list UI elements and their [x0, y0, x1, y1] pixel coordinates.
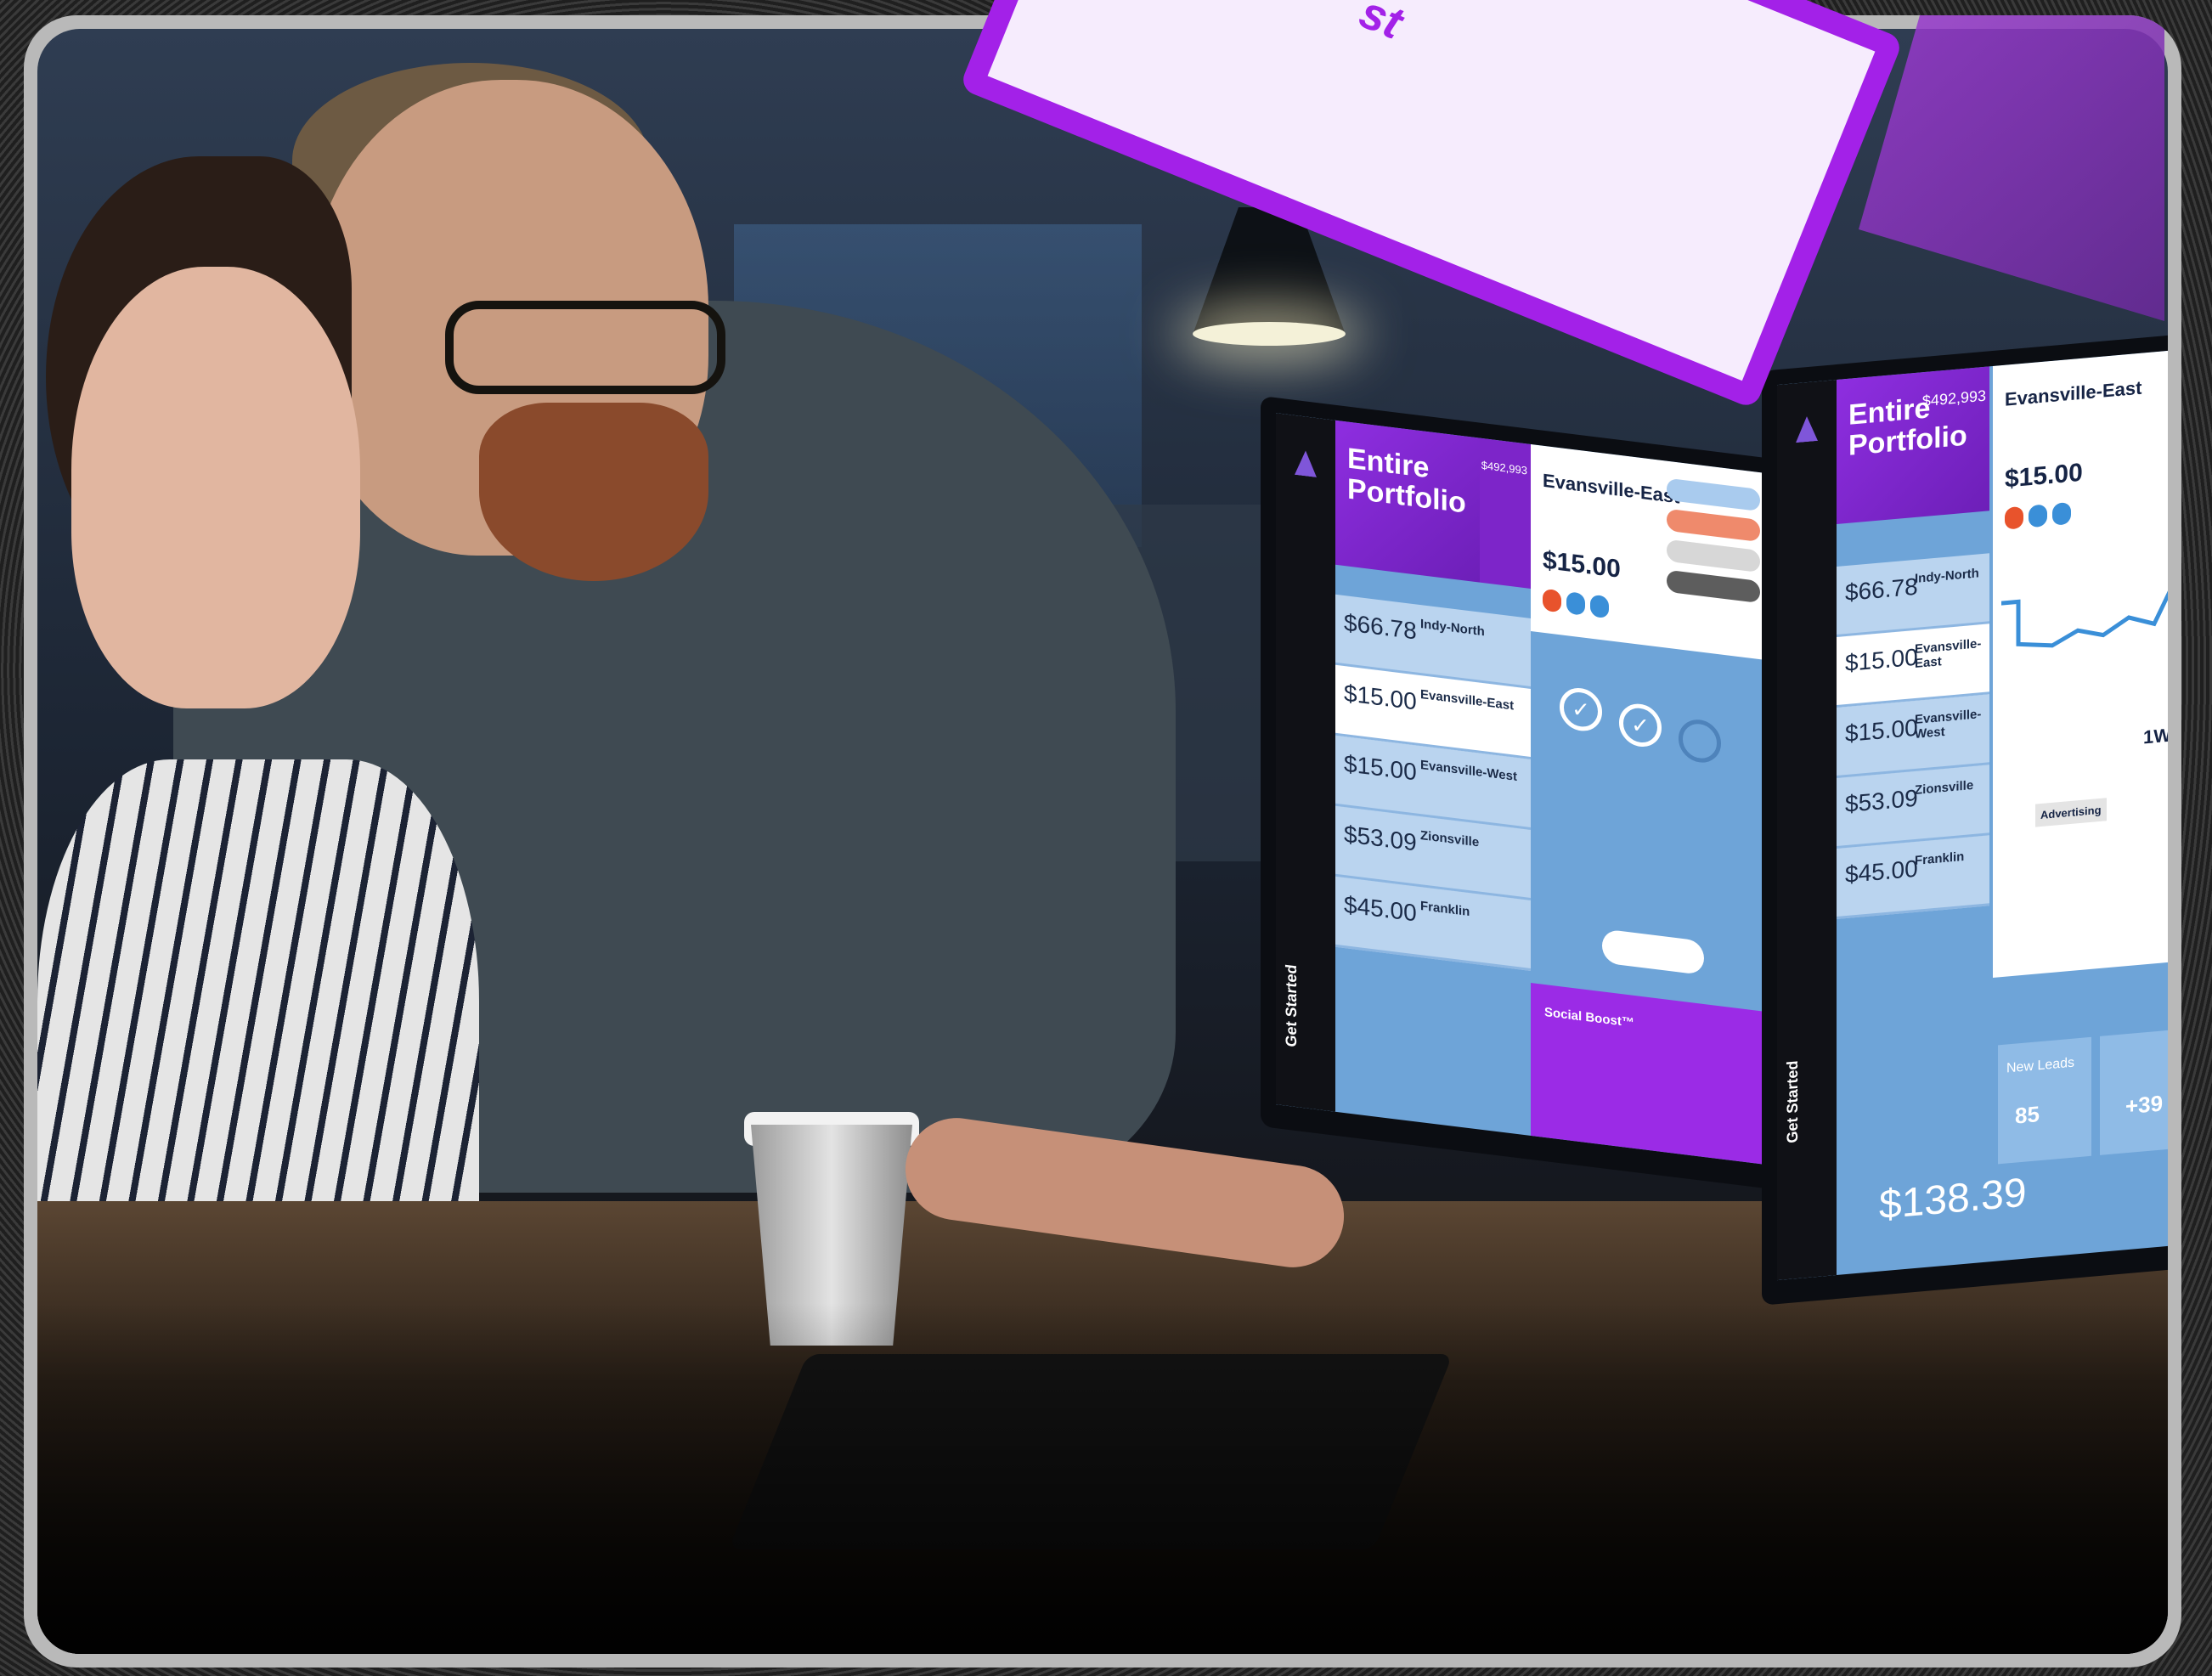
location-detail-card: Evansville-East $15.00: [1531, 443, 1772, 661]
step-pending-icon: [1679, 717, 1721, 765]
monitor-right: Get Started Entire Portfolio $492,993 $6…: [1762, 332, 2168, 1306]
item-price: $66.78: [1344, 608, 1417, 645]
man-beard: [479, 403, 708, 581]
dashboard-screen-right: Get Started Entire Portfolio $492,993 $6…: [1777, 348, 2168, 1281]
item-name: Franklin: [1915, 849, 1965, 868]
item-price: $53.09: [1344, 820, 1417, 856]
glasses-icon: [445, 301, 725, 394]
item-price: $53.09: [1845, 784, 1918, 818]
conversions-card: +39: [2100, 1028, 2168, 1155]
portfolio-header: Entire Portfolio $492,993: [1837, 366, 1989, 525]
continue-button[interactable]: [1602, 928, 1704, 976]
item-price: $15.00: [1845, 714, 1918, 748]
item-name: Zionsville: [1420, 828, 1480, 850]
get-started-label[interactable]: Get Started: [1283, 963, 1301, 1048]
new-leads-value: 85: [2015, 1101, 2040, 1129]
detail-title: Evansville-East: [2005, 376, 2142, 410]
bottom-vignette: [37, 1303, 2168, 1654]
photo-frame: Get Started Entire Portfolio $492,993 $6…: [24, 15, 2181, 1668]
list-item-selected[interactable]: $15.00 Evansville-East: [1837, 624, 1989, 708]
list-item[interactable]: $53.09 Zionsville: [1837, 765, 1989, 849]
portfolio-stat-box: $492,993: [1480, 437, 1531, 589]
woman-face: [71, 267, 360, 708]
item-name: Zionsville: [1915, 777, 1974, 798]
social-boost-promo: Social Boost™: [1531, 982, 1772, 1165]
status-badge: [1543, 588, 1561, 613]
detail-title: Evansville-East: [1543, 469, 1680, 508]
office-photo: Get Started Entire Portfolio $492,993 $6…: [37, 29, 2168, 1654]
action-button[interactable]: [1667, 508, 1760, 543]
item-price: $15.00: [1344, 679, 1417, 715]
item-price: $66.78: [1845, 573, 1918, 607]
step-complete-icon: ✓: [1560, 686, 1602, 734]
portfolio-stat: $492,993: [1481, 458, 1527, 477]
promo-title: Social Boost™: [1544, 1004, 1634, 1030]
item-name: Indy-North: [1915, 566, 1979, 586]
conversions-value: +39: [2125, 1090, 2164, 1120]
action-button[interactable]: [1667, 477, 1760, 512]
item-name: Evansville-East: [1915, 636, 1982, 671]
dashboard-screen-left: Get Started Entire Portfolio $492,993 $6…: [1276, 413, 1772, 1165]
status-badge: [2005, 505, 2023, 530]
location-detail-card: Evansville-East $15.00 1W Advertising: [1993, 348, 2168, 978]
range-label[interactable]: 1W: [2143, 725, 2168, 749]
logo-icon: [1295, 449, 1317, 477]
status-badge: [2029, 504, 2047, 528]
status-badge: [2052, 501, 2071, 526]
portfolio-stat: $492,993: [1921, 387, 1986, 410]
action-button[interactable]: [1667, 569, 1760, 604]
step-complete-icon: ✓: [1619, 701, 1662, 749]
item-price: $45.00: [1845, 855, 1918, 889]
status-badge: [1590, 594, 1609, 619]
item-name: Franklin: [1420, 899, 1470, 920]
item-name: Indy-North: [1420, 617, 1485, 640]
sidebar: Get Started: [1276, 413, 1335, 1112]
detail-price: $15.00: [1543, 545, 1621, 584]
status-badge: [1566, 591, 1585, 616]
get-started-label[interactable]: Get Started: [1784, 1060, 1802, 1144]
trend-line-chart: [2001, 584, 2168, 648]
item-price: $15.00: [1845, 643, 1918, 677]
portfolio-title: Entire Portfolio: [1347, 442, 1466, 520]
total-cost: $138.39: [1879, 1170, 2027, 1228]
new-leads-card: New Leads 85: [1998, 1036, 2091, 1165]
card-text: st: [1352, 0, 1410, 49]
lamp-light: [1193, 322, 1346, 346]
item-name: Evansville-West: [1915, 707, 1982, 742]
action-button[interactable]: [1667, 539, 1760, 573]
item-name: Evansville-East: [1420, 687, 1515, 714]
item-name: Evansville-West: [1420, 758, 1517, 785]
portfolio-header: Entire Portfolio: [1335, 420, 1480, 583]
item-price: $45.00: [1344, 890, 1417, 927]
sidebar: Get Started: [1777, 380, 1837, 1281]
tab-advertising[interactable]: Advertising: [2035, 798, 2107, 827]
list-item[interactable]: $66.78 Indy-North: [1837, 553, 1989, 638]
item-price: $15.00: [1344, 749, 1417, 786]
list-item[interactable]: $15.00 Evansville-West: [1837, 694, 1989, 779]
monitor-left: Get Started Entire Portfolio $492,993 $6…: [1261, 395, 1787, 1192]
logo-icon: [1796, 415, 1818, 443]
new-leads-label: New Leads: [2006, 1055, 2075, 1076]
detail-price: $15.00: [2005, 458, 2083, 494]
list-item[interactable]: $45.00 Franklin: [1837, 835, 1989, 920]
